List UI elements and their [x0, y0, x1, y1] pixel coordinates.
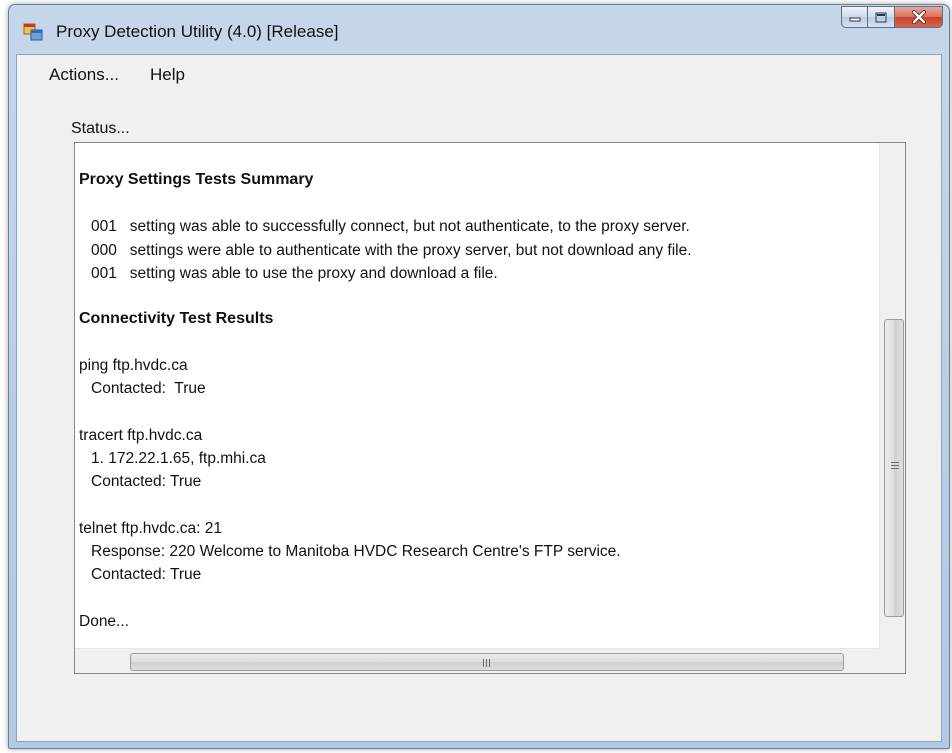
done-text: Done...: [79, 613, 129, 630]
vertical-scroll-thumb[interactable]: [884, 319, 904, 617]
menu-bar: Actions... Help: [17, 55, 941, 95]
horizontal-scroll-thumb[interactable]: [130, 653, 844, 671]
app-window-icon: [23, 23, 43, 41]
telnet-result: Contacted: True: [91, 566, 202, 583]
vertical-scrollbar[interactable]: [879, 143, 905, 648]
telnet-response: Response: 220 Welcome to Manitoba HVDC R…: [91, 543, 621, 560]
status-label: Status...: [71, 120, 130, 137]
connectivity-heading: Connectivity Test Results: [79, 310, 274, 327]
menu-actions[interactable]: Actions...: [47, 65, 121, 85]
title-bar[interactable]: Proxy Detection Utility (4.0) [Release]: [9, 5, 949, 53]
output-textbox[interactable]: Proxy Settings Tests Summary 001 setting…: [74, 142, 906, 674]
output-content[interactable]: Proxy Settings Tests Summary 001 setting…: [79, 143, 869, 648]
client-area: Actions... Help Status... Proxy Settings…: [16, 54, 942, 742]
telnet-command: telnet ftp.hvdc.ca: 21: [79, 520, 223, 537]
scroll-grip-icon: [891, 462, 899, 471]
summary-line: 001 setting was able to use the proxy an…: [91, 265, 498, 282]
maximize-icon: [875, 12, 887, 22]
ping-result: Contacted: True: [91, 380, 206, 397]
close-icon: [911, 10, 926, 24]
minimize-button[interactable]: [841, 6, 868, 28]
summary-line: 001 setting was able to successfully con…: [91, 218, 690, 235]
scroll-grip-icon: [483, 659, 492, 667]
tracert-command: tracert ftp.hvdc.ca: [79, 427, 203, 444]
caption-buttons: [841, 6, 943, 28]
close-button[interactable]: [895, 6, 943, 28]
tracert-hop: 1. 172.22.1.65, ftp.mhi.ca: [91, 450, 266, 467]
window-title: Proxy Detection Utility (4.0) [Release]: [56, 22, 339, 41]
menu-help[interactable]: Help: [148, 65, 187, 85]
summary-line: 000 settings were able to authenticate w…: [91, 242, 692, 259]
maximize-button[interactable]: [868, 6, 895, 28]
minimize-icon: [849, 17, 860, 22]
summary-heading: Proxy Settings Tests Summary: [79, 171, 314, 188]
tracert-result: Contacted: True: [91, 473, 202, 490]
scrollbar-corner: [879, 648, 905, 673]
horizontal-scrollbar[interactable]: [75, 648, 879, 673]
app-window: Proxy Detection Utility (4.0) [Release]: [8, 4, 950, 749]
ping-command: ping ftp.hvdc.ca: [79, 357, 188, 374]
